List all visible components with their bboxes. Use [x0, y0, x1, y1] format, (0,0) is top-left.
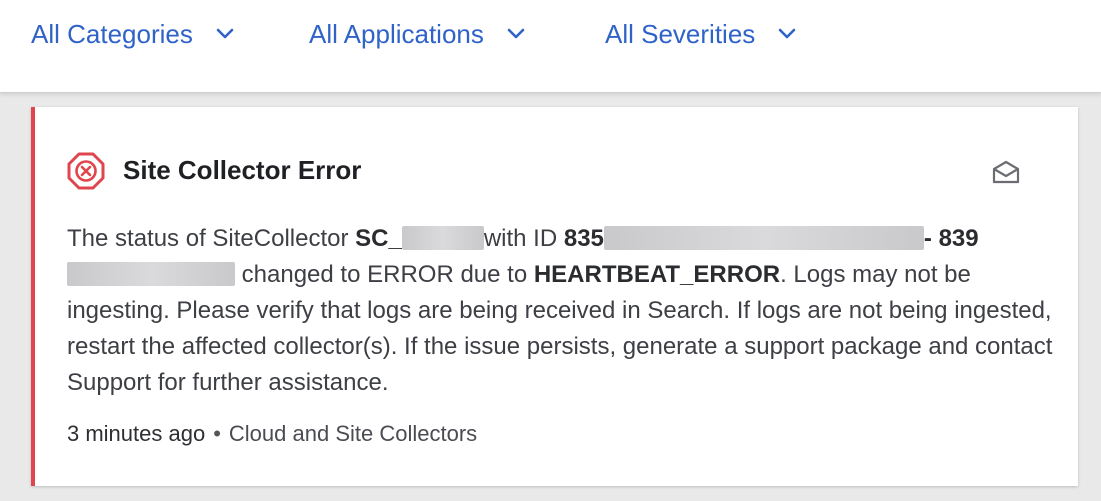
severity-filter-label: All Severities [605, 18, 756, 49]
severity-filter-dropdown[interactable]: All Severities [605, 18, 797, 50]
chevron-down-icon [506, 27, 526, 41]
severity-accent-bar [31, 107, 35, 486]
alert-card[interactable]: Site Collector Error The status of SiteC… [31, 107, 1078, 486]
collector-id-dash: - [923, 225, 932, 252]
collector-id-line2: 839 [938, 225, 979, 252]
application-filter-label: All Applications [309, 18, 484, 49]
open-envelope-icon[interactable] [991, 159, 1021, 185]
message-text: with ID [483, 225, 564, 252]
application-filter-dropdown[interactable]: All Applications [309, 18, 526, 50]
collector-id-start: 835 [563, 225, 604, 252]
alert-meta: 3 minutes ago • Cloud and Site Collector… [67, 421, 477, 447]
redacted-block [603, 226, 924, 250]
alert-title: Site Collector Error [123, 155, 362, 185]
collector-name: SC_ [355, 225, 402, 252]
filter-bar: All Categories All Applications All Seve… [0, 0, 1101, 93]
message-text: The status of SiteCollector [67, 225, 356, 252]
message-text: changed to ERROR due to [235, 261, 534, 288]
redacted-block [401, 226, 484, 250]
error-code: HEARTBEAT_ERROR [533, 261, 781, 288]
alert-timestamp: 3 minutes ago [67, 421, 206, 446]
chevron-down-icon [215, 27, 235, 41]
redacted-block [67, 262, 235, 286]
category-filter-label: All Categories [31, 18, 193, 49]
category-filter-dropdown[interactable]: All Categories [31, 18, 235, 50]
chevron-down-icon [777, 27, 797, 41]
meta-separator: • [213, 421, 221, 446]
alert-source: Cloud and Site Collectors [228, 421, 478, 446]
error-octagon-icon [67, 152, 105, 190]
alert-message: The status of SiteCollector SC_ with ID 8… [67, 221, 1057, 401]
